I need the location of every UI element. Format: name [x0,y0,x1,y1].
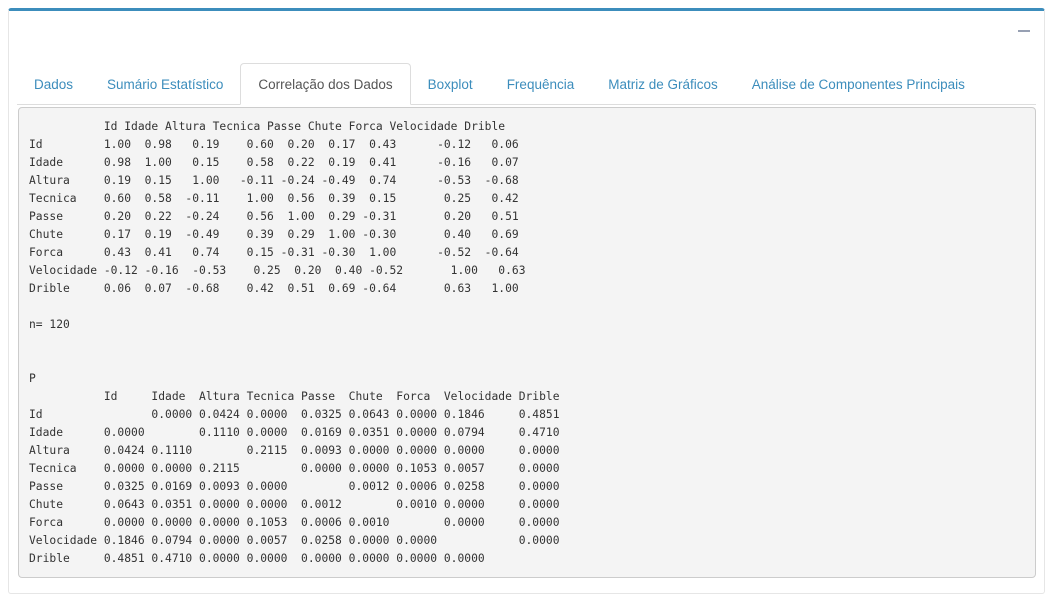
tab-matriz-de-graficos[interactable]: Matriz de Gráficos [591,65,735,105]
tab-analise-componentes-principais[interactable]: Análise de Componentes Principais [735,65,982,105]
minus-icon [1018,30,1030,32]
tab-sumario-estatistico[interactable]: Sumário Estatístico [90,65,240,105]
tab-dados[interactable]: Dados [17,65,90,105]
tabbox-panel: Dados Sumário Estatístico Correlação dos… [8,8,1045,594]
tab-boxplot[interactable]: Boxplot [411,65,490,105]
tab-correlacao-dos-dados[interactable]: Correlação dos Dados [240,63,411,105]
correlation-output-panel[interactable]: Id Idade Altura Tecnica Passe Chute Forc… [18,107,1036,578]
tab-frequencia[interactable]: Frequência [490,65,592,105]
tab-bar: Dados Sumário Estatístico Correlação dos… [17,63,982,105]
correlation-output-text: Id Idade Altura Tecnica Passe Chute Forc… [29,120,560,565]
collapse-button[interactable] [1018,23,1030,35]
tab-divider [17,104,1036,105]
